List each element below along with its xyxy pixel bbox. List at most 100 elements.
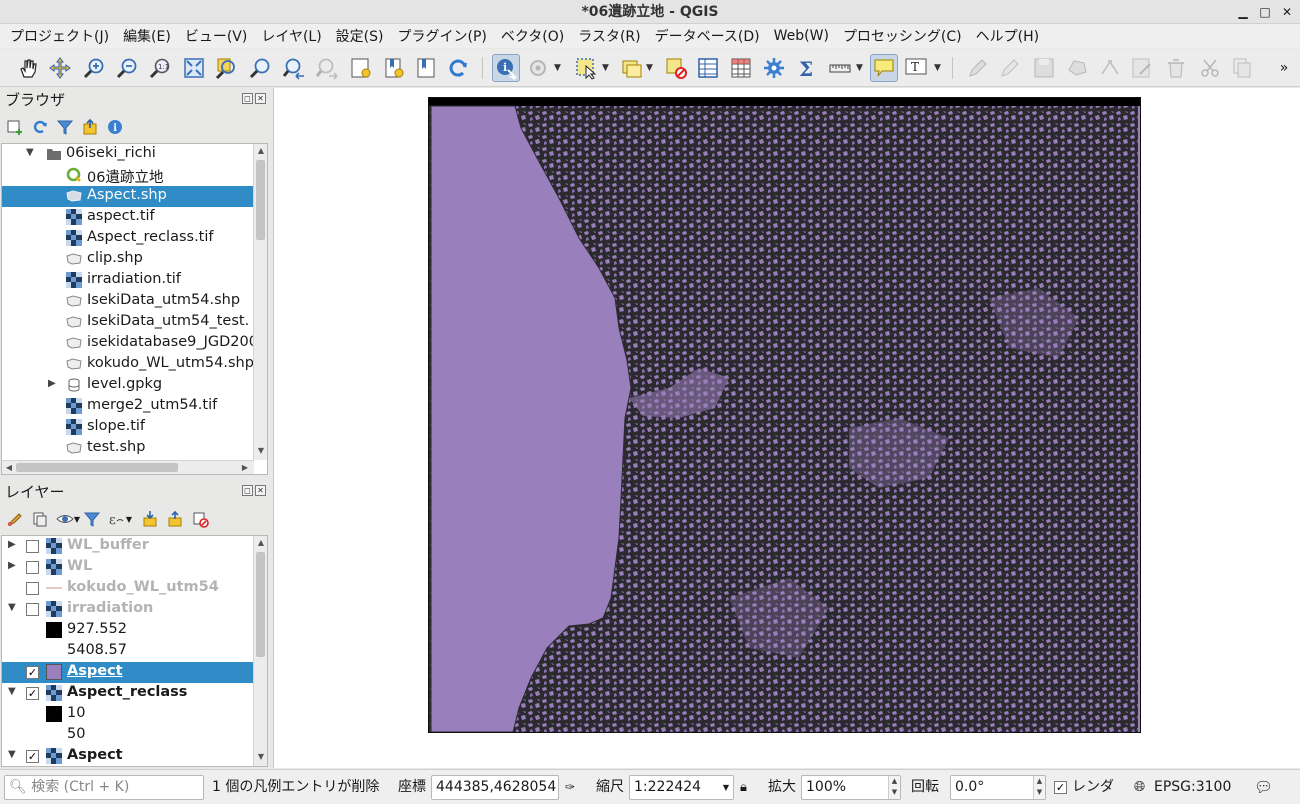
rotation-spinbox[interactable]: 0.0° ▲ ▼ bbox=[950, 775, 1046, 800]
browser-float-icon[interactable]: ◻ bbox=[242, 93, 253, 104]
zoom-to-selection-icon[interactable] bbox=[212, 54, 240, 82]
toggle-editing-icon[interactable] bbox=[996, 54, 1024, 82]
remove-layer-icon[interactable] bbox=[190, 509, 210, 529]
field-calculator-icon[interactable] bbox=[727, 54, 755, 82]
layer-item[interactable]: kokudo_WL_utm54 bbox=[2, 578, 254, 599]
add-feature-icon[interactable] bbox=[1064, 54, 1092, 82]
layer-visibility-checkbox[interactable]: ✓ bbox=[26, 750, 39, 763]
layer-item[interactable]: ▼ irradiation bbox=[2, 599, 254, 620]
menu-settings[interactable]: 設定(S) bbox=[332, 26, 388, 46]
zoom-last-icon[interactable] bbox=[280, 54, 308, 82]
measure-dropdown-icon[interactable]: ▼ bbox=[856, 54, 866, 82]
zoom-out-icon[interactable] bbox=[113, 54, 141, 82]
layer-item-selected[interactable]: ✓ Aspect bbox=[2, 662, 254, 683]
scroll-down-icon[interactable]: ▼ bbox=[254, 752, 267, 761]
new-bookmark-icon[interactable] bbox=[380, 54, 408, 82]
rotation-spin-arrows[interactable]: ▲ ▼ bbox=[1033, 776, 1045, 799]
zoom-full-icon[interactable] bbox=[180, 54, 208, 82]
browser-horizontal-scrollbar[interactable]: ◀ ▶ bbox=[2, 460, 254, 474]
browser-refresh-icon[interactable] bbox=[30, 117, 50, 137]
copy-features-icon[interactable] bbox=[1228, 54, 1256, 82]
run-action-icon[interactable] bbox=[524, 54, 552, 82]
menu-vector[interactable]: ベクタ(O) bbox=[497, 26, 568, 46]
attribute-table-icon[interactable] bbox=[694, 54, 722, 82]
render-checkbox[interactable]: ✓ bbox=[1054, 781, 1067, 794]
expand-arrow-icon[interactable]: ▶ bbox=[8, 560, 18, 571]
layer-visibility-checkbox[interactable]: ✓ bbox=[26, 666, 39, 679]
browser-item[interactable]: IsekiData_utm54_test. bbox=[2, 312, 254, 333]
menu-project[interactable]: プロジェクト(J) bbox=[6, 26, 113, 46]
collapse-all-icon[interactable] bbox=[165, 509, 185, 529]
messages-icon[interactable]: 💬︎ bbox=[1254, 775, 1273, 800]
toggle-extents-icon[interactable]: ✑ bbox=[565, 775, 581, 800]
layer-item[interactable]: ▼ ✓ Aspect bbox=[2, 746, 254, 766]
layer-item[interactable]: ▼ ✓ Aspect_reclass bbox=[2, 683, 254, 704]
magnifier-spinbox[interactable]: 100% ▲ ▼ bbox=[801, 775, 901, 800]
expand-arrow-icon[interactable]: ▶ bbox=[8, 539, 18, 550]
menu-web[interactable]: Web(W) bbox=[770, 28, 833, 44]
vertex-tool-icon[interactable] bbox=[1096, 54, 1124, 82]
browser-item[interactable]: aspect.tif bbox=[2, 207, 254, 228]
menu-view[interactable]: ビュー(V) bbox=[181, 26, 252, 46]
layer-visibility-checkbox[interactable] bbox=[26, 561, 39, 574]
browser-item[interactable]: 06遺跡立地 bbox=[2, 165, 254, 186]
scroll-right-icon[interactable]: ▶ bbox=[238, 463, 252, 472]
deselect-all-icon[interactable] bbox=[662, 54, 690, 82]
menu-layer[interactable]: レイヤ(L) bbox=[257, 26, 325, 46]
zoom-to-layer-icon[interactable] bbox=[246, 54, 274, 82]
layer-item[interactable]: ▶ WL_buffer bbox=[2, 536, 254, 557]
expand-arrow-icon[interactable]: ▼ bbox=[8, 686, 18, 697]
menu-raster[interactable]: ラスタ(R) bbox=[574, 26, 644, 46]
annotation-dropdown-icon[interactable]: ▼ bbox=[934, 54, 944, 82]
browser-item[interactable]: Aspect_reclass.tif bbox=[2, 228, 254, 249]
show-bookmarks-icon[interactable] bbox=[412, 54, 440, 82]
refresh-icon[interactable] bbox=[444, 54, 472, 82]
scroll-left-icon[interactable]: ◀ bbox=[2, 463, 16, 472]
scroll-down-icon[interactable]: ▼ bbox=[254, 446, 267, 455]
select-by-value-icon[interactable] bbox=[618, 54, 646, 82]
browser-item[interactable]: isekidatabase9_JGD200 bbox=[2, 333, 254, 354]
pan-to-selection-icon[interactable] bbox=[46, 54, 74, 82]
map-canvas[interactable] bbox=[273, 88, 1300, 768]
select-dropdown-icon[interactable]: ▼ bbox=[602, 54, 612, 82]
browser-collapse-all-icon[interactable] bbox=[80, 117, 100, 137]
magnifier-spin-arrows[interactable]: ▲ ▼ bbox=[888, 776, 900, 799]
zoom-next-icon[interactable] bbox=[313, 54, 341, 82]
map-tips-icon[interactable] bbox=[870, 54, 898, 82]
processing-toolbox-icon[interactable] bbox=[760, 54, 788, 82]
browser-item[interactable]: ▼ 06iseki_richi bbox=[2, 144, 254, 165]
browser-hscroll-thumb[interactable] bbox=[16, 463, 178, 472]
zoom-native-icon[interactable]: 1:1 bbox=[146, 54, 174, 82]
save-edits-icon[interactable] bbox=[1030, 54, 1058, 82]
coordinate-field[interactable]: 444385,4628054 bbox=[431, 775, 559, 800]
run-action-dropdown-icon[interactable]: ▼ bbox=[554, 54, 564, 82]
scroll-up-icon[interactable]: ▲ bbox=[254, 146, 267, 155]
browser-item[interactable]: clip.shp bbox=[2, 249, 254, 270]
scale-combo[interactable]: 1:222424 ▼ bbox=[629, 775, 734, 800]
scroll-up-icon[interactable]: ▲ bbox=[254, 538, 267, 547]
toolbar-overflow-button[interactable]: » bbox=[1276, 54, 1292, 82]
visibility-dropdown-icon[interactable]: ▼ bbox=[72, 509, 82, 529]
modify-attributes-icon[interactable] bbox=[1128, 54, 1156, 82]
close-button[interactable]: ✕ bbox=[1276, 0, 1298, 24]
layer-visibility-checkbox[interactable] bbox=[26, 582, 39, 595]
menu-database[interactable]: データベース(D) bbox=[651, 26, 764, 46]
globe-icon[interactable]: 🌐︎ bbox=[1134, 775, 1145, 800]
menu-plugins[interactable]: プラグイン(P) bbox=[393, 26, 490, 46]
measure-line-icon[interactable] bbox=[826, 54, 854, 82]
menu-processing[interactable]: プロセッシング(C) bbox=[839, 26, 966, 46]
layer-item[interactable]: ▶ WL bbox=[2, 557, 254, 578]
add-selected-layers-icon[interactable] bbox=[5, 117, 25, 137]
expand-arrow-icon[interactable]: ▼ bbox=[26, 147, 36, 158]
layers-filter-icon[interactable] bbox=[82, 509, 102, 529]
pan-icon[interactable] bbox=[14, 54, 42, 82]
identify-features-icon[interactable]: i bbox=[492, 54, 520, 82]
menu-help[interactable]: ヘルプ(H) bbox=[972, 26, 1043, 46]
expression-dropdown-icon[interactable]: ▼ bbox=[124, 509, 134, 529]
locator-search-input[interactable]: 🔍︎ 検索 (Ctrl + K) bbox=[4, 775, 204, 800]
browser-properties-icon[interactable]: i bbox=[105, 117, 125, 137]
current-edits-icon[interactable] bbox=[964, 54, 992, 82]
map-extent[interactable] bbox=[428, 97, 1141, 733]
browser-item[interactable]: slope.tif bbox=[2, 417, 254, 438]
new-map-view-icon[interactable] bbox=[347, 54, 375, 82]
